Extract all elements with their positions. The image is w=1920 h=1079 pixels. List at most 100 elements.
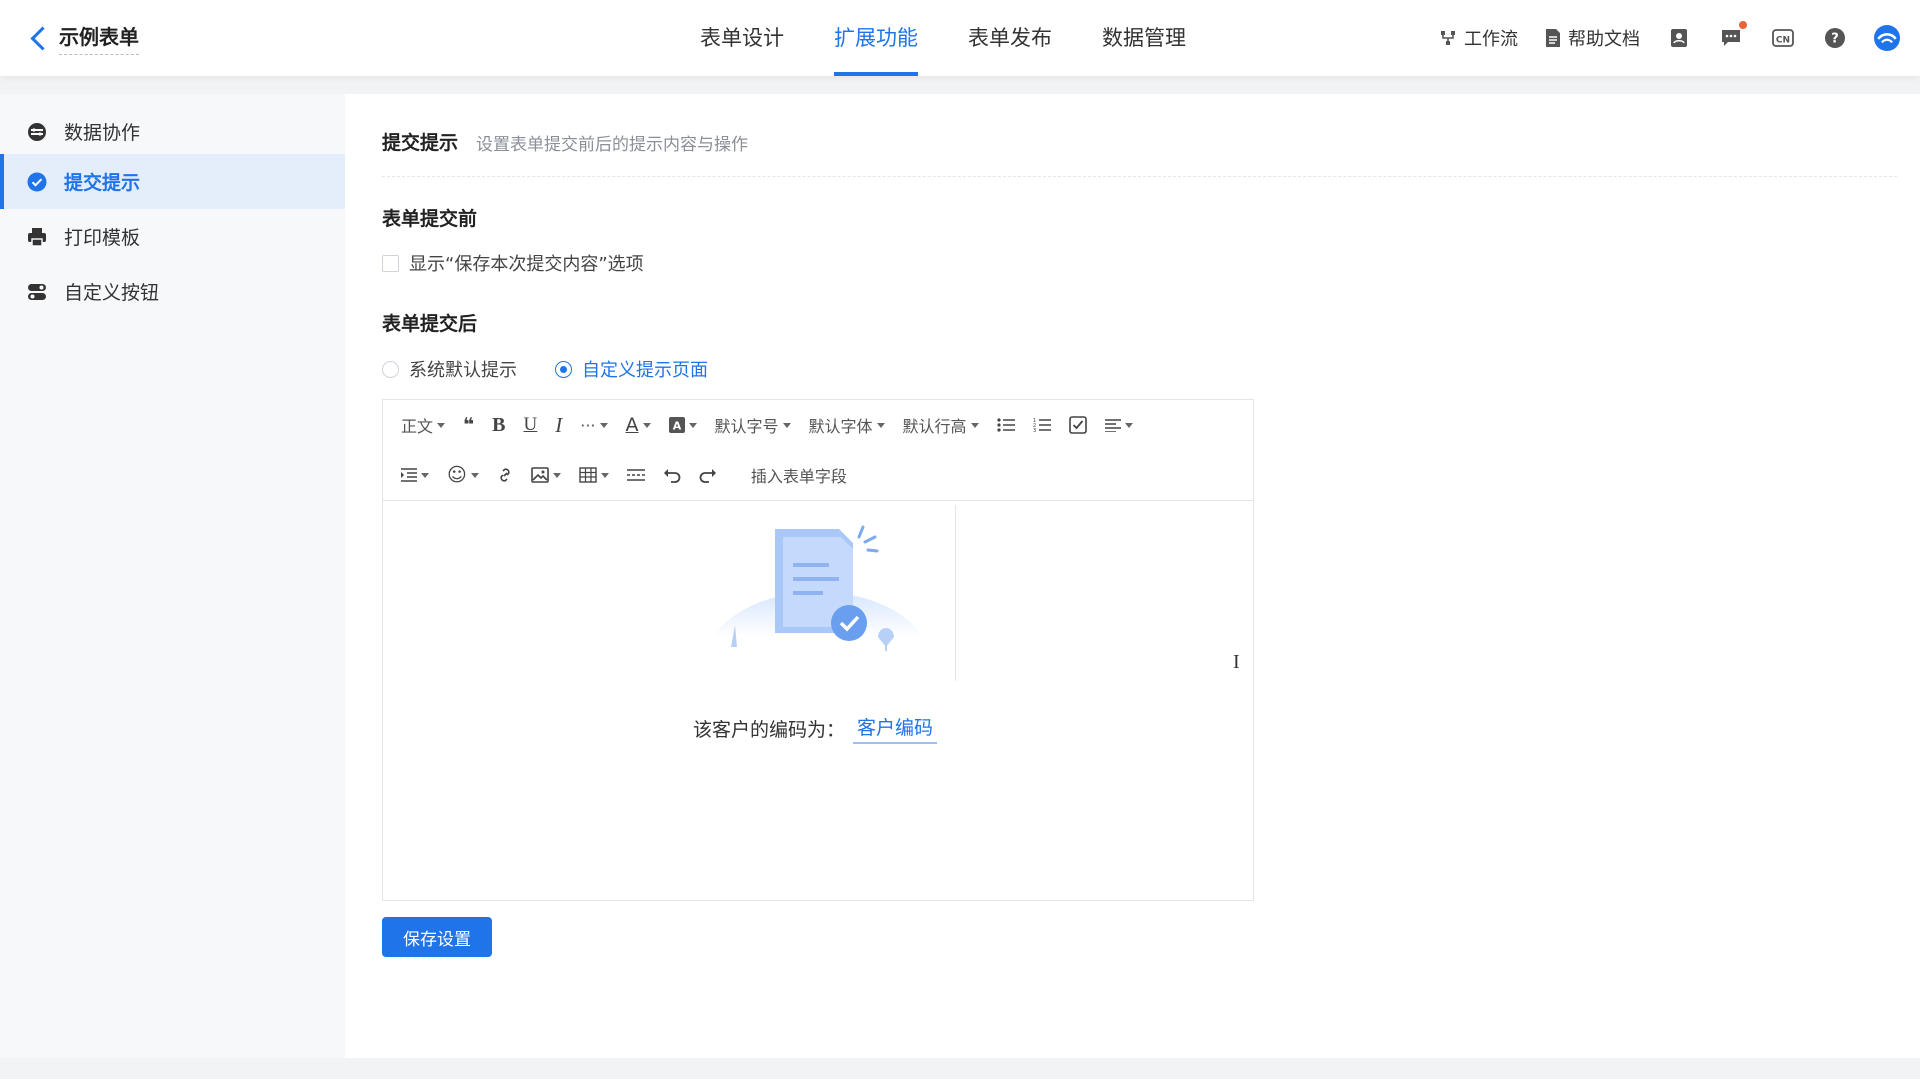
toolbar-row-2: ☺ 插入表单字段: [383, 450, 847, 500]
editor-text-line: 该客户的编码为： 客户编码: [693, 713, 938, 744]
indent-dropdown[interactable]: [401, 460, 429, 490]
help-docs-label: 帮助文档: [1568, 29, 1640, 50]
numbered-list-button[interactable]: 123: [1033, 410, 1051, 440]
page-description: 设置表单提交前后的提示内容与操作: [476, 135, 749, 155]
form-field-tag[interactable]: 客户编码: [853, 713, 938, 744]
save-submission-option[interactable]: 显示“保存本次提交内容”选项: [382, 250, 644, 276]
toolbar-row-1: 正文 ❝ B U I ··· A A 默认字号 默认字体 默认行高 1 2 3: [383, 400, 1133, 450]
quote-icon: ❝: [463, 414, 475, 436]
contacts-button[interactable]: [1666, 25, 1692, 51]
workflow-link[interactable]: 工作流: [1438, 25, 1518, 51]
numbered-list-icon: 123: [1033, 418, 1051, 433]
font-color-dropdown[interactable]: A: [626, 410, 651, 440]
workflow-icon: [1441, 31, 1455, 45]
document-icon: [1546, 29, 1560, 47]
help-docs-link[interactable]: 帮助文档: [1544, 25, 1640, 51]
after-submit-heading: 表单提交后: [382, 313, 478, 335]
chat-icon: [1722, 30, 1740, 46]
after-submit-options: 系统默认提示 自定义提示页面: [382, 356, 746, 382]
table-dropdown[interactable]: [579, 460, 609, 490]
insert-form-field-label: 插入表单字段: [750, 467, 847, 486]
background-color-dropdown[interactable]: A: [668, 410, 697, 440]
user-avatar[interactable]: [1874, 25, 1900, 51]
radio-default-prompt[interactable]: 系统默认提示: [382, 356, 517, 382]
radio-custom-page[interactable]: 自定义提示页面: [555, 356, 708, 382]
sidebar-item-print-template[interactable]: 打印模板: [0, 209, 345, 264]
font-color-icon: A: [625, 414, 639, 436]
insert-form-field-button[interactable]: 插入表单字段: [751, 460, 847, 490]
undo-button[interactable]: [663, 460, 681, 490]
underline-icon: U: [523, 414, 538, 435]
bulleted-list-button[interactable]: [996, 410, 1015, 440]
form-title[interactable]: 示例表单: [59, 21, 139, 55]
tab-extensions[interactable]: 扩展功能: [834, 0, 918, 76]
sidebar-item-submit-prompt[interactable]: 提交提示: [0, 154, 345, 209]
submit-success-illustration: [713, 525, 923, 651]
rich-text-editor: 正文 ❝ B U I ··· A A 默认字号 默认字体 默认行高 1 2 3 …: [382, 399, 1254, 901]
page-title: 提交提示: [382, 132, 459, 154]
language-cn-icon: CN: [1772, 29, 1794, 47]
divider-icon: [626, 469, 645, 481]
font-family-label: 默认字体: [808, 417, 873, 436]
bold-icon: B: [492, 413, 506, 436]
bold-button[interactable]: B: [492, 410, 505, 440]
svg-text:?: ?: [1831, 32, 1839, 47]
editor-content[interactable]: 该客户的编码为： 客户编码 I: [383, 501, 1253, 900]
align-dropdown[interactable]: [1104, 410, 1133, 440]
emoji-dropdown[interactable]: ☺: [447, 460, 479, 490]
save-settings-button[interactable]: 保存设置: [382, 917, 492, 957]
printer-icon: [26, 226, 48, 248]
image-resize-guide: [955, 505, 956, 681]
sidebar-item-label: 数据协作: [64, 122, 141, 144]
italic-button[interactable]: I: [555, 410, 562, 440]
font-family-dropdown[interactable]: 默认字体: [809, 410, 885, 440]
tab-form-publish[interactable]: 表单发布: [968, 0, 1052, 76]
underline-button[interactable]: U: [524, 410, 538, 440]
messages-button[interactable]: [1718, 21, 1747, 51]
sidebar-item-data-collaboration[interactable]: 数据协作: [0, 104, 345, 159]
tab-data-management[interactable]: 数据管理: [1102, 0, 1186, 76]
save-submission-checkbox[interactable]: [382, 254, 399, 272]
sidebar-item-custom-button[interactable]: 自定义按钮: [0, 264, 345, 319]
svg-text:A: A: [672, 420, 681, 433]
avatar-logo-icon: [1874, 25, 1900, 51]
workflow-label: 工作流: [1464, 29, 1518, 50]
quote-button[interactable]: ❝: [463, 410, 474, 440]
checklist-icon: [1068, 416, 1087, 434]
sidebar-item-label: 提交提示: [64, 172, 141, 194]
indent-icon: [401, 468, 417, 482]
more-formats-dropdown[interactable]: ···: [580, 410, 608, 440]
font-size-label: 默认字号: [714, 417, 779, 436]
help-button[interactable]: ?: [1822, 25, 1848, 51]
back-button[interactable]: 示例表单: [28, 21, 139, 55]
editor-text: 该客户的编码为：: [693, 719, 846, 741]
top-header: 示例表单 表单设计 扩展功能 表单发布 数据管理 工作流 帮助文档 CN ?: [0, 0, 1920, 76]
redo-icon: [699, 469, 716, 483]
more-icon: ···: [580, 415, 596, 435]
language-button[interactable]: CN: [1770, 25, 1796, 51]
radio-label: 自定义提示页面: [582, 360, 708, 381]
italic-icon: I: [555, 412, 563, 437]
collaboration-icon: [26, 121, 48, 143]
notification-dot: [1739, 21, 1747, 29]
checklist-button[interactable]: [1068, 410, 1087, 440]
svg-text:3: 3: [1033, 428, 1036, 433]
contacts-icon: [1671, 29, 1687, 47]
toggle-icon: [26, 281, 48, 303]
line-height-label: 默认行高: [902, 417, 967, 436]
section-header: 提交提示 设置表单提交前后的提示内容与操作: [382, 128, 1897, 177]
background-color-icon: A: [668, 417, 685, 433]
svg-text:CN: CN: [1776, 36, 1790, 46]
redo-button[interactable]: [699, 460, 717, 490]
tab-form-design[interactable]: 表单设计: [700, 0, 784, 76]
link-button[interactable]: [497, 460, 513, 490]
radio-label: 系统默认提示: [409, 360, 517, 381]
line-height-dropdown[interactable]: 默认行高: [903, 410, 979, 440]
radio-circle: [382, 360, 399, 378]
undo-icon: [663, 469, 681, 483]
divider-button[interactable]: [626, 460, 645, 490]
paragraph-style-dropdown[interactable]: 正文: [401, 410, 446, 440]
font-size-dropdown[interactable]: 默认字号: [715, 410, 791, 440]
image-dropdown[interactable]: [531, 460, 561, 490]
editor-toolbar: 正文 ❝ B U I ··· A A 默认字号 默认字体 默认行高 1 2 3 …: [383, 400, 1253, 501]
